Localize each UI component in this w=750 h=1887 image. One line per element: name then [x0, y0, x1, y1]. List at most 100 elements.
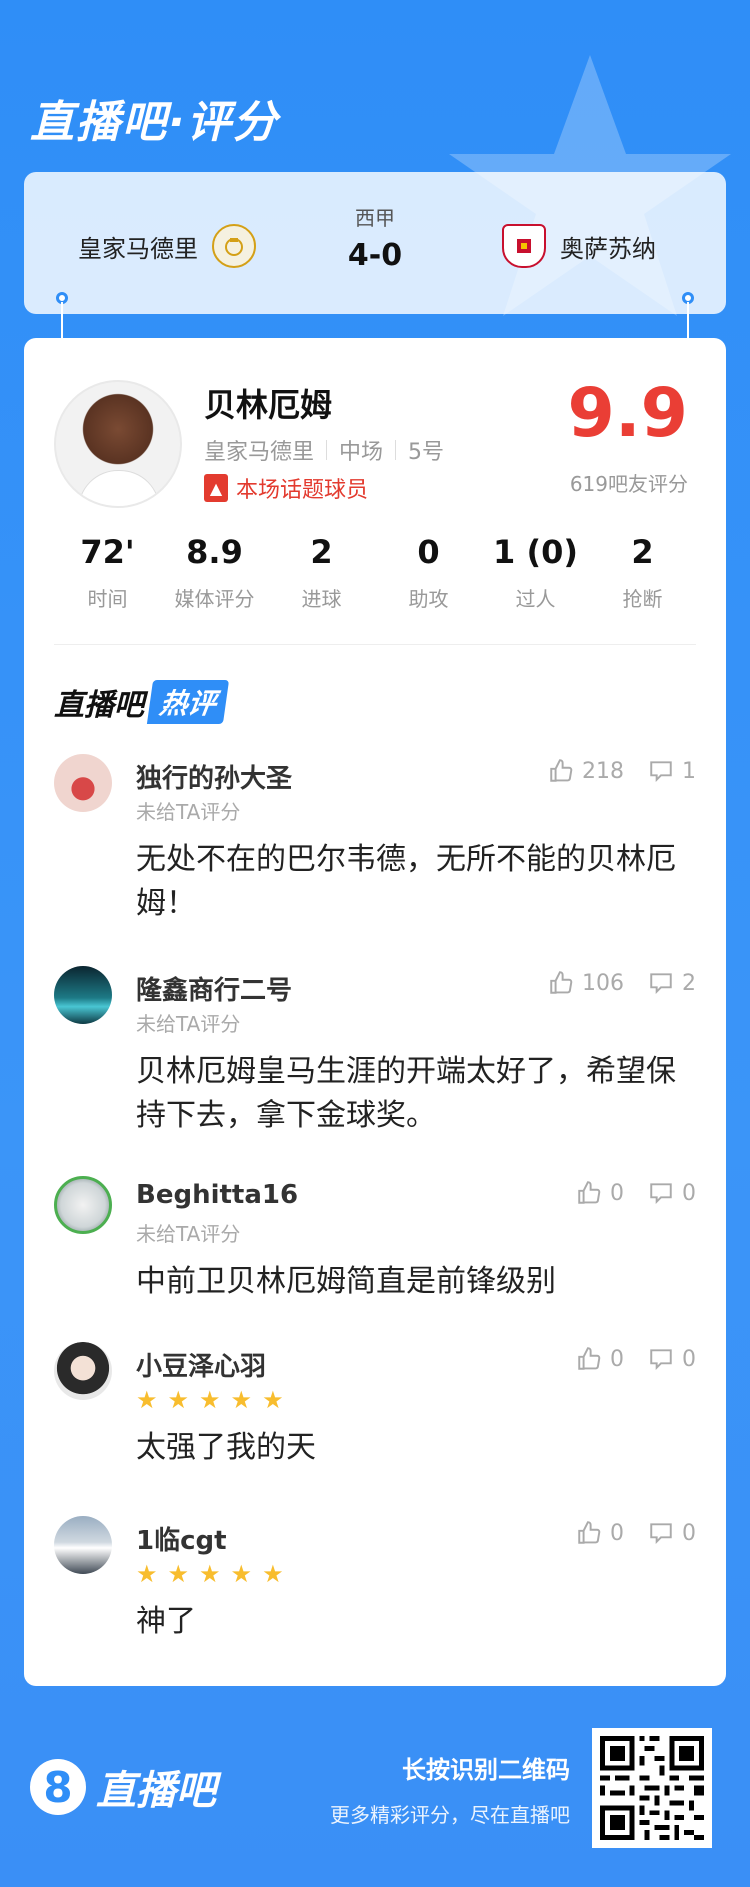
player-name: 贝林厄姆	[204, 386, 333, 424]
star-icon: ★	[230, 1386, 253, 1414]
thumbs-up-icon	[550, 971, 573, 994]
footer-logo-text: 直播吧	[96, 1768, 216, 1814]
hot-header-label: 热评	[146, 680, 230, 724]
comment-username[interactable]: 1临cgt	[136, 1520, 227, 1557]
reply-button[interactable]: 2	[648, 970, 696, 996]
like-button[interactable]: 0	[576, 1520, 624, 1546]
stat-item: 2 进球	[268, 533, 375, 612]
comment-item: 独行的孙大圣 未给TA评分 218 1 无处不在的巴尔韦德，无所不能的贝林厄姆！	[54, 754, 696, 934]
reply-button[interactable]: 0	[648, 1180, 696, 1206]
osasuna-crest-icon	[502, 224, 546, 268]
stat-label: 时间	[87, 587, 128, 611]
stat-item: 72' 时间	[54, 533, 161, 612]
comment-username[interactable]: 隆鑫商行二号	[136, 970, 292, 1007]
player-position: 中场	[339, 440, 384, 465]
stat-label: 进球	[301, 587, 342, 611]
like-count: 106	[582, 970, 624, 996]
away-team: 奥萨苏纳	[502, 224, 656, 268]
stat-label: 助攻	[408, 587, 449, 611]
comment-avatar[interactable]	[54, 966, 112, 1024]
stat-label: 抢断	[622, 587, 663, 611]
comment-avatar[interactable]	[54, 1342, 112, 1400]
star-icon: ★	[262, 1560, 284, 1588]
comment-username[interactable]: Beghitta16	[136, 1180, 298, 1210]
comment-rating-status: 未给TA评分	[136, 1222, 241, 1246]
thumbs-up-icon	[578, 1521, 601, 1544]
stat-label: 过人	[515, 587, 556, 611]
stat-item: 2 抢断	[589, 533, 696, 612]
comment-username[interactable]: 独行的孙大圣	[136, 758, 292, 795]
like-button[interactable]: 218	[548, 758, 624, 784]
reply-count: 2	[682, 970, 696, 996]
thumbs-up-icon	[578, 1181, 601, 1204]
comment-text: 贝林厄姆皇马生涯的开端太好了，希望保持下去，拿下金球奖。	[136, 1054, 676, 1133]
like-count: 0	[610, 1346, 624, 1372]
star-icon: ★	[167, 1560, 190, 1588]
comment-item: 隆鑫商行二号 未给TA评分 106 2 贝林厄姆皇马生涯的开端太好了，希望保持下…	[54, 966, 696, 1146]
stat-item: 8.9 媒体评分	[161, 533, 268, 612]
stat-value: 8.9	[186, 533, 243, 571]
match-card: 皇家马德里 西甲 4-0 奥萨苏纳	[24, 172, 726, 314]
comment-item: Beghitta16 未给TA评分 0 0 中前卫贝林厄姆简直是前锋级别	[54, 1176, 696, 1316]
player-avatar	[54, 380, 182, 508]
comment-icon	[650, 1349, 672, 1371]
comment-text: 太强了我的天	[136, 1430, 316, 1465]
player-club: 皇家马德里	[204, 440, 315, 465]
zhibo8-logo-icon: 8	[30, 1759, 86, 1815]
footer-logo: 8 直播吧	[30, 1758, 216, 1816]
reply-button[interactable]: 0	[648, 1346, 696, 1372]
comment-avatar[interactable]	[54, 754, 112, 812]
section-divider	[54, 644, 696, 645]
comment-rating-status: 未给TA评分	[136, 800, 241, 824]
stat-item: 1 (0) 过人	[482, 533, 589, 612]
like-button[interactable]: 106	[548, 970, 624, 996]
reply-count: 0	[682, 1346, 696, 1372]
qr-tip-title: 长按识别二维码	[402, 1756, 570, 1784]
comment-actions: 0 0	[576, 1346, 696, 1372]
reply-button[interactable]: 1	[648, 758, 696, 784]
comment-actions: 106 2	[548, 970, 696, 996]
stat-label: 媒体评分	[174, 587, 255, 611]
footer-tip: 长按识别二维码 更多精彩评分，尽在直播吧	[330, 1750, 570, 1828]
qr-tip-subtitle: 更多精彩评分，尽在直播吧	[330, 1803, 570, 1827]
comment-avatar[interactable]	[54, 1516, 112, 1574]
comment-star-rating: ★ ★ ★ ★ ★	[136, 1560, 284, 1588]
player-meta: 皇家马德里 中场 5号	[204, 434, 444, 466]
fan-rating-count: 619吧友评分	[569, 472, 688, 496]
like-count: 0	[610, 1180, 624, 1206]
reply-count: 0	[682, 1520, 696, 1546]
comment-actions: 0 0	[576, 1180, 696, 1206]
stat-value: 2	[631, 533, 654, 571]
qr-code-icon[interactable]	[592, 1728, 712, 1848]
comment-item: 1临cgt ★ ★ ★ ★ ★ 0 0 神了	[54, 1516, 696, 1656]
stat-value: 0	[417, 533, 440, 571]
comment-icon	[650, 1523, 672, 1545]
comment-item: 小豆泽心羽 ★ ★ ★ ★ ★ 0 0 太强了我的天	[54, 1342, 696, 1482]
comment-icon	[650, 1183, 672, 1205]
comment-star-rating: ★ ★ ★ ★ ★	[136, 1386, 284, 1414]
hot-header-brand: 直播吧	[54, 688, 144, 723]
player-number: 5号	[408, 440, 445, 465]
stat-value: 1 (0)	[493, 533, 578, 571]
like-count: 0	[610, 1520, 624, 1546]
comment-avatar[interactable]	[54, 1176, 112, 1234]
comment-rating-status: 未给TA评分	[136, 1012, 241, 1036]
like-button[interactable]: 0	[576, 1346, 624, 1372]
topic-player-tag: ▲ 本场话题球员	[204, 472, 368, 504]
topic-player-label: 本场话题球员	[236, 478, 369, 503]
star-icon: ★	[199, 1560, 221, 1588]
star-icon: ★	[230, 1560, 253, 1588]
comment-text: 中前卫贝林厄姆简直是前锋级别	[136, 1264, 556, 1299]
player-rating-card: 贝林厄姆 皇家马德里 中场 5号 ▲ 本场话题球员 9.9 619吧友评分 72…	[24, 338, 726, 1686]
stat-value: 2	[310, 533, 333, 571]
player-stats: 72' 时间 8.9 媒体评分 2 进球 0 助攻 1 (0) 过人 2 抢断	[54, 533, 696, 612]
star-icon: ★	[199, 1386, 221, 1414]
thumbs-up-icon	[550, 759, 573, 782]
comment-username[interactable]: 小豆泽心羽	[136, 1346, 266, 1383]
like-button[interactable]: 0	[576, 1180, 624, 1206]
comment-text: 神了	[136, 1604, 196, 1639]
star-icon: ★	[262, 1386, 284, 1414]
brand-title: 直播吧·评分	[30, 97, 279, 148]
comment-text: 无处不在的巴尔韦德，无所不能的贝林厄姆！	[136, 842, 676, 921]
reply-button[interactable]: 0	[648, 1520, 696, 1546]
